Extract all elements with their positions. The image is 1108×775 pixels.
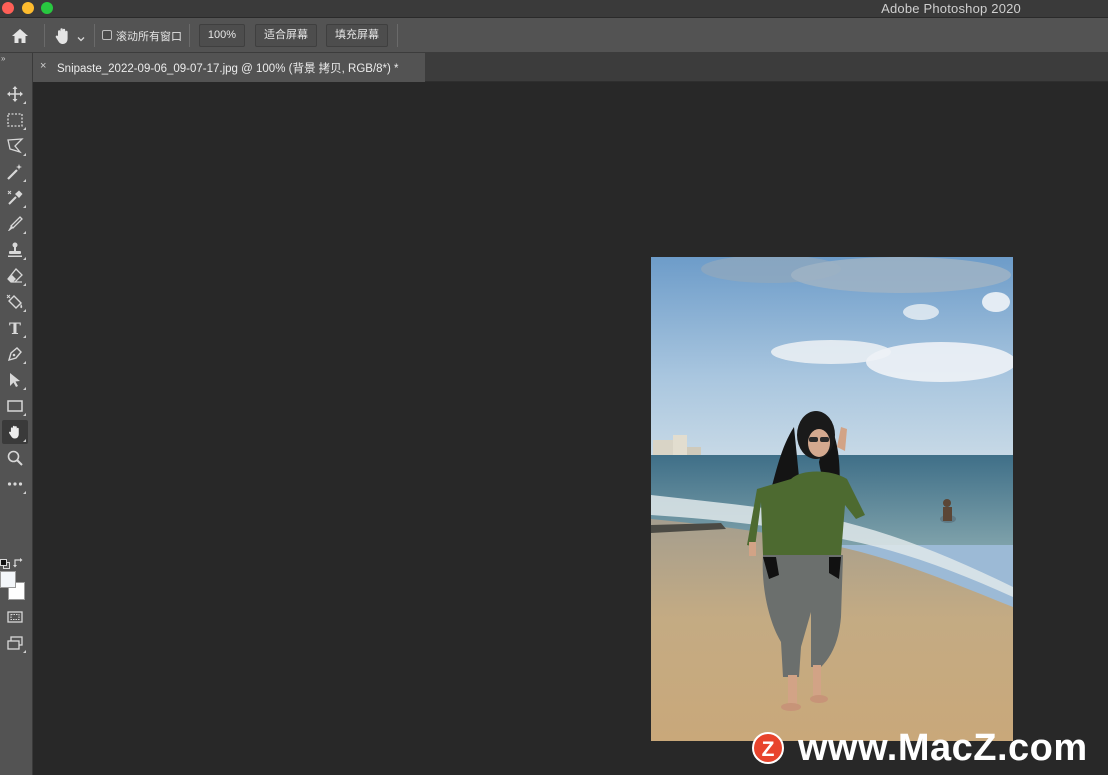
fill-screen-button[interactable]: 填充屏幕 bbox=[326, 24, 388, 47]
home-button[interactable] bbox=[10, 26, 30, 46]
more-tools[interactable] bbox=[2, 472, 28, 496]
paint-bucket-icon bbox=[6, 294, 23, 309]
options-bar: 滚动所有窗口 100% 适合屏幕 填充屏幕 bbox=[0, 18, 1108, 53]
quick-mask-button[interactable] bbox=[2, 605, 28, 629]
brush-tool[interactable] bbox=[2, 212, 28, 236]
stamp-tool[interactable] bbox=[2, 238, 28, 262]
beach-photo bbox=[651, 257, 1013, 741]
lasso-tool[interactable] bbox=[2, 134, 28, 158]
hand-icon bbox=[55, 28, 68, 44]
document-tab[interactable]: × Snipaste_2022-09-06_09-07-17.jpg @ 100… bbox=[33, 53, 425, 82]
watermark-text: www.MacZ.com bbox=[798, 727, 1088, 769]
ellipsis-icon bbox=[7, 482, 23, 486]
move-tool[interactable] bbox=[2, 82, 28, 106]
swap-arrows-icon bbox=[13, 558, 23, 568]
marquee-tool[interactable] bbox=[2, 108, 28, 132]
default-colors-icon bbox=[0, 559, 10, 569]
options-separator bbox=[44, 24, 45, 47]
arrow-icon bbox=[10, 373, 20, 387]
collapse-panel-icon[interactable]: » bbox=[1, 54, 5, 63]
tools-panel: » T bbox=[0, 53, 33, 775]
rect-marquee-icon bbox=[7, 113, 23, 127]
tool-preset-dropdown[interactable] bbox=[76, 31, 86, 42]
scroll-all-windows-label: 滚动所有窗口 bbox=[116, 31, 182, 43]
magic-wand-tool[interactable] bbox=[2, 160, 28, 184]
minimize-window-button[interactable] bbox=[22, 2, 34, 14]
type-icon: T bbox=[9, 318, 21, 338]
eraser-icon bbox=[7, 268, 23, 283]
type-tool[interactable]: T bbox=[2, 316, 28, 340]
hand-icon bbox=[9, 425, 19, 439]
rectangle-tool[interactable] bbox=[2, 394, 28, 418]
title-bar: Adobe Photoshop 2020 bbox=[0, 0, 1108, 18]
quick-mask-icon bbox=[7, 611, 23, 623]
app-title: Adobe Photoshop 2020 bbox=[881, 1, 1021, 16]
paint-bucket-tool[interactable] bbox=[2, 290, 28, 314]
options-separator bbox=[189, 24, 190, 47]
path-select-tool[interactable] bbox=[2, 368, 28, 392]
eyedropper-icon bbox=[7, 190, 23, 205]
close-tab-icon[interactable]: × bbox=[40, 60, 46, 72]
chevron-down-icon bbox=[77, 37, 85, 42]
magnifier-icon bbox=[7, 450, 23, 466]
tool-preset-picker[interactable] bbox=[52, 25, 74, 47]
document-tab-bar: × Snipaste_2022-09-06_09-07-17.jpg @ 100… bbox=[0, 53, 1108, 82]
zoom-window-button[interactable] bbox=[41, 2, 53, 14]
document-tab-title: Snipaste_2022-09-06_09-07-17.jpg @ 100% … bbox=[57, 63, 399, 75]
home-icon bbox=[12, 29, 28, 43]
rectangle-icon bbox=[7, 400, 23, 412]
eraser-tool[interactable] bbox=[2, 264, 28, 288]
fit-screen-button[interactable]: 适合屏幕 bbox=[255, 24, 317, 47]
hand-tool[interactable] bbox=[2, 420, 28, 444]
eyedropper-tool[interactable] bbox=[2, 186, 28, 210]
zoom-tool[interactable] bbox=[2, 446, 28, 470]
polygon-lasso-icon bbox=[7, 138, 24, 154]
zoom-100-button[interactable]: 100% bbox=[199, 24, 245, 47]
swap-colors-button[interactable] bbox=[13, 556, 25, 568]
options-separator bbox=[397, 24, 398, 47]
close-window-button[interactable] bbox=[2, 2, 14, 14]
document-image bbox=[651, 257, 1013, 741]
watermark-logo: Z bbox=[752, 732, 784, 764]
screen-mode-icon bbox=[7, 636, 23, 650]
pen-tool[interactable] bbox=[2, 342, 28, 366]
magic-wand-icon bbox=[7, 164, 22, 180]
stamp-icon bbox=[8, 242, 22, 257]
brush-icon bbox=[8, 216, 23, 231]
screen-mode-button[interactable] bbox=[2, 631, 28, 655]
pen-icon bbox=[7, 347, 22, 362]
move-icon bbox=[7, 86, 23, 102]
scroll-all-windows-checkbox[interactable] bbox=[102, 30, 112, 40]
options-separator bbox=[94, 24, 95, 47]
foreground-color-swatch[interactable] bbox=[0, 571, 16, 588]
default-colors-button[interactable] bbox=[0, 556, 10, 569]
